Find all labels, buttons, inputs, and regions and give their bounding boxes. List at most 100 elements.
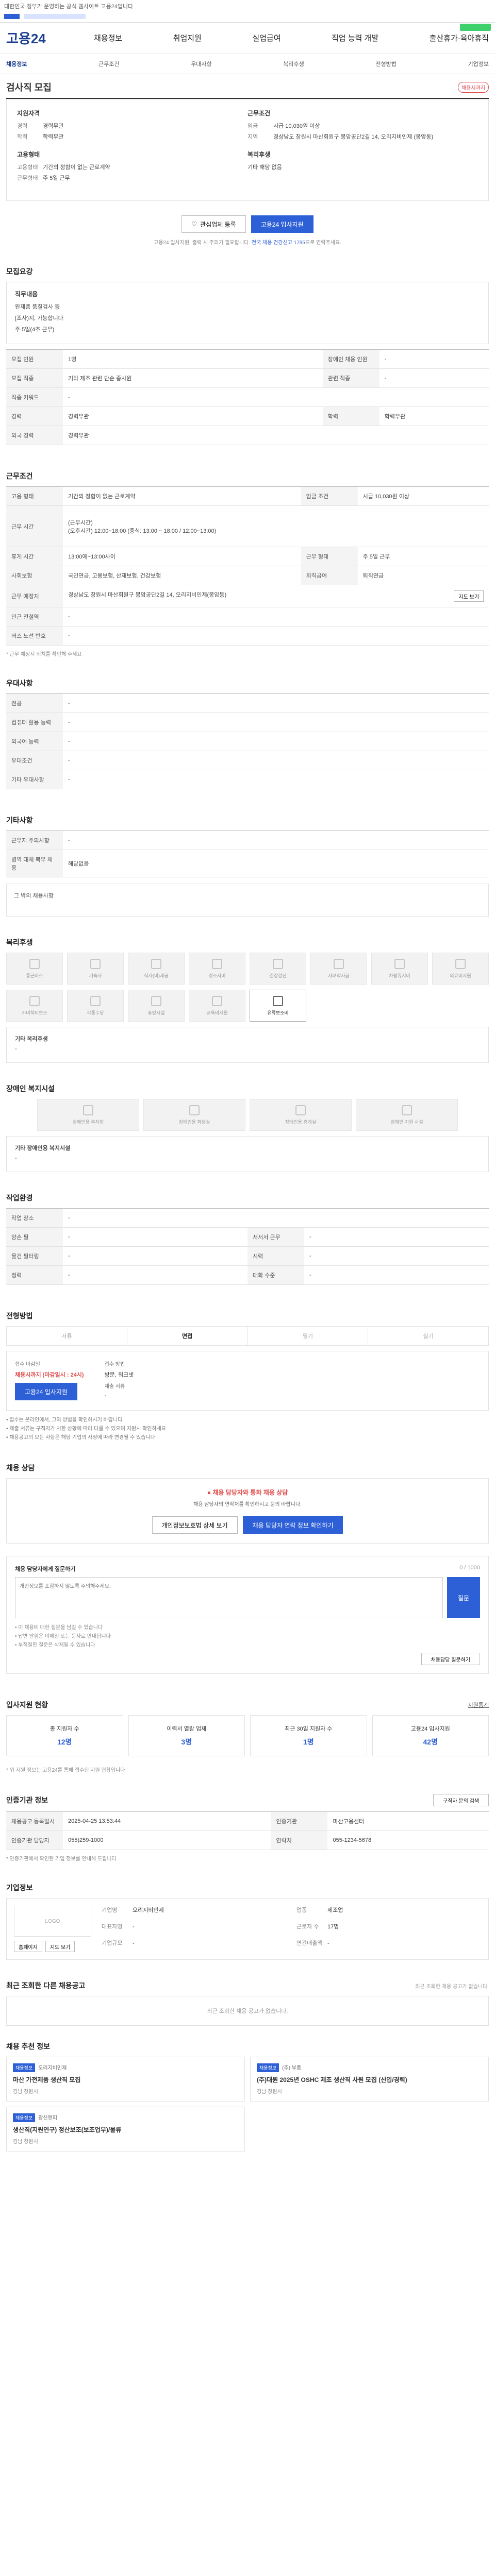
alert-desc: 채용 담당자의 연락처를 확인하시고 문의 바랍니다. xyxy=(193,1502,302,1507)
inquiry-textarea[interactable] xyxy=(15,1577,443,1618)
recommend-meta: 경남 창원시 xyxy=(13,2139,38,2145)
stat-value: 12명 xyxy=(57,1738,72,1746)
notice-text: 고용24 입사지원, 출력 시 주의가 필요합니다. xyxy=(154,240,251,246)
company-value: 오리지비인제 xyxy=(133,1907,164,1913)
bus-icon xyxy=(29,958,40,969)
summary-work-title: 근무조건 xyxy=(248,110,271,117)
homepage-button[interactable]: 홈페이지 xyxy=(14,1941,42,1952)
stat-card: 고용24 입사지원 42명 xyxy=(372,1715,489,1756)
tab-company[interactable]: 기업정보 xyxy=(468,60,488,68)
recommend-card[interactable]: 채용정보 오리지비인제 마산 가전제품 생산직 모집 경남 창원시 xyxy=(6,2057,245,2102)
tab-preference[interactable]: 우대사항 xyxy=(191,60,211,68)
posting-title-row: 검사직 모집 채용시까지 xyxy=(6,74,489,99)
recommend-tag: 채용정보 xyxy=(257,2063,279,2072)
tab-conditions[interactable]: 근무조건 xyxy=(98,60,119,68)
nav-item-support[interactable]: 취업지원 xyxy=(173,32,202,43)
nav-item-unemployment[interactable]: 실업급여 xyxy=(252,32,280,43)
section-title-recent: 최근 조회한 다른 채용공고 xyxy=(6,1981,86,1990)
section-title-require: 모집요강 xyxy=(6,267,33,276)
tab-welfare[interactable]: 복리후생 xyxy=(283,60,304,68)
stat-label: 이력서 열람 업체 xyxy=(167,1726,207,1732)
step-interview: 면접 xyxy=(127,1327,248,1345)
recommend-card[interactable]: 채용정보 광신앤피 생산직(지원연구) 정산보조(보조업무)/물류 경남 창원시 xyxy=(6,2107,245,2151)
health-icon xyxy=(273,958,283,969)
table-cell: - xyxy=(63,751,489,770)
nav-item-training[interactable]: 직업 능력 개발 xyxy=(332,32,378,43)
login-badge[interactable] xyxy=(460,24,491,31)
summary-label: 지역 xyxy=(248,134,258,140)
stat-card: 이력서 열람 업체 3명 xyxy=(128,1715,245,1756)
main-header: 고용24 채용정보 취업지원 실업급여 직업 능력 개발 출산휴가·육아휴직 xyxy=(0,23,495,54)
tile-label: 의료비지원 xyxy=(450,973,471,978)
welfare-tile: 식사(비)제공 xyxy=(128,953,185,985)
inquiry-submit-button[interactable]: 질문 xyxy=(447,1577,480,1618)
table-cell: 경상남도 창원시 마산회원구 봉암공단2길 14, 오리지비인제(봉암동) 지도 … xyxy=(63,585,489,607)
tab-selection[interactable]: 전형방법 xyxy=(375,60,396,68)
table-header: 모집 인원 xyxy=(6,349,63,369)
step-written: 필기 xyxy=(248,1327,369,1345)
brand-logo[interactable]: 고용24 xyxy=(6,28,73,47)
summary-emp-title: 고용형태 xyxy=(17,151,40,158)
status-link[interactable]: 지원통계 xyxy=(468,1701,489,1709)
company-logo: LOGO xyxy=(14,1906,91,1937)
tile-label: 자녀학자금 xyxy=(328,973,350,978)
summary-label: 근무형태 xyxy=(17,175,38,181)
job-description-box: 직무내용 완제품 품질검사 등 [조사)지, 가능합니다 주 5일(4조 근무) xyxy=(6,282,489,344)
privacy-button[interactable]: 개인정보보호법 상세 보기 xyxy=(152,1516,238,1534)
summary-value: 기타 해당 없음 xyxy=(248,164,282,171)
welfare-tile: 차량유지비 xyxy=(371,953,428,985)
table-header: 경력 xyxy=(6,406,63,426)
disabled-tile: 장애인용 화장실 xyxy=(143,1099,245,1131)
table-cell: - xyxy=(63,770,489,789)
company-box: LOGO 홈페이지 지도 보기 기업명 오리지비인제 업종 제조업 대표자명 - 근로… xyxy=(6,1898,489,1960)
education-icon xyxy=(212,995,222,1006)
welfare-tiles: 통근버스 기숙사 식사(비)제공 경조사비 건강검진 자녀학자금 차량유지비 의… xyxy=(6,953,489,985)
section-title-etc: 기타사항 xyxy=(6,816,33,824)
scrap-label: 관심업체 등록 xyxy=(200,221,236,228)
company-label: 업종 xyxy=(296,1907,307,1913)
table-cell: 국민연금, 고용보험, 산재보험, 건강보험 xyxy=(63,566,301,585)
nav-item-leave[interactable]: 출산휴가·육아휴직 xyxy=(430,32,489,43)
recommend-company: 광신앤피 xyxy=(38,2115,57,2121)
table-cell: - xyxy=(379,368,489,388)
resort-icon xyxy=(151,995,161,1006)
accessibility-icon xyxy=(402,1105,412,1115)
notice-link[interactable]: 전국 채용 건강신고 1795 xyxy=(252,240,305,246)
company-map-button[interactable]: 지도 보기 xyxy=(45,1941,75,1952)
info-table: 채용공고 등록일시 2025-04-25 13:53:44 인증기관 마산고용센터 인… xyxy=(6,1811,489,1850)
apply-info-box: 접수 마감일 채용시까지 (마감일시 : 24시) 고용24 입사지원 접수 방… xyxy=(6,1351,489,1411)
bed-icon xyxy=(90,958,101,969)
nav-item-jobs[interactable]: 채용정보 xyxy=(94,32,122,43)
section-title-welfare: 복리후생 xyxy=(6,938,33,946)
docs-value: - xyxy=(104,1393,107,1399)
contact-alert: ● 채용 담당자와 통화 채용 상담 채용 담당자의 연락처를 확인하시고 문의… xyxy=(6,1478,489,1544)
recommend-card[interactable]: 채용정보 (주) 부품 (주)대원 2025년 OSHC 제조 생산직 사원 모집… xyxy=(250,2057,489,2102)
table-cell: - xyxy=(304,1265,489,1285)
note-line: • 부적절한 질문은 삭제될 수 있습니다 xyxy=(15,1642,95,1648)
utility-links[interactable] xyxy=(24,13,86,19)
table-header: 작업 장소 xyxy=(6,1208,63,1228)
job-line: [조사)지, 가능합니다 xyxy=(15,315,63,321)
scrap-button[interactable]: ♡ 관심업체 등록 xyxy=(182,215,246,233)
tab-recruit[interactable]: 채용정보 xyxy=(6,60,27,68)
map-button[interactable]: 지도 보기 xyxy=(454,590,484,602)
table-row: 모집 인원 1명 장애인 채용 인원 - xyxy=(6,349,489,369)
inquiry-more-button[interactable]: 채용담당 질문하기 xyxy=(421,1653,480,1665)
table-cell: - xyxy=(304,1246,489,1266)
toilet-icon xyxy=(189,1105,200,1115)
table-header: 전공 xyxy=(6,693,63,713)
welfare-tile-active: 유류보조비 xyxy=(250,990,306,1022)
info-search-button[interactable]: 구직자 문의 검색 xyxy=(433,1794,489,1806)
table-row: 병역 대체 복무 채용 해당없음 xyxy=(6,850,489,877)
table-row: 근무 예정지 경상남도 창원시 마산회원구 봉암공단2길 14, 오리지비인제(봉… xyxy=(6,585,489,607)
section-title-select: 전형방법 xyxy=(6,1312,33,1320)
contact-button[interactable]: 채용 담당자 연락 정보 확인하기 xyxy=(242,1516,343,1534)
apply-button[interactable]: 고용24 입사지원 xyxy=(251,215,314,233)
table-row: 경력 경력무관 학력 학력무관 xyxy=(6,406,489,426)
table-header: 외국어 능력 xyxy=(6,732,63,751)
disabled-tiles: 장애인용 주차장 장애인용 화장실 장애인용 휴게실 장애인 지원 시설 xyxy=(37,1099,458,1131)
apply-notice: 고용24 입사지원, 출력 시 주의가 필요합니다. 전국 채용 건강신고 17… xyxy=(6,238,489,246)
table-header: 양손 필 xyxy=(6,1227,63,1247)
school-icon xyxy=(334,958,344,969)
apply-button-2[interactable]: 고용24 입사지원 xyxy=(15,1383,77,1400)
